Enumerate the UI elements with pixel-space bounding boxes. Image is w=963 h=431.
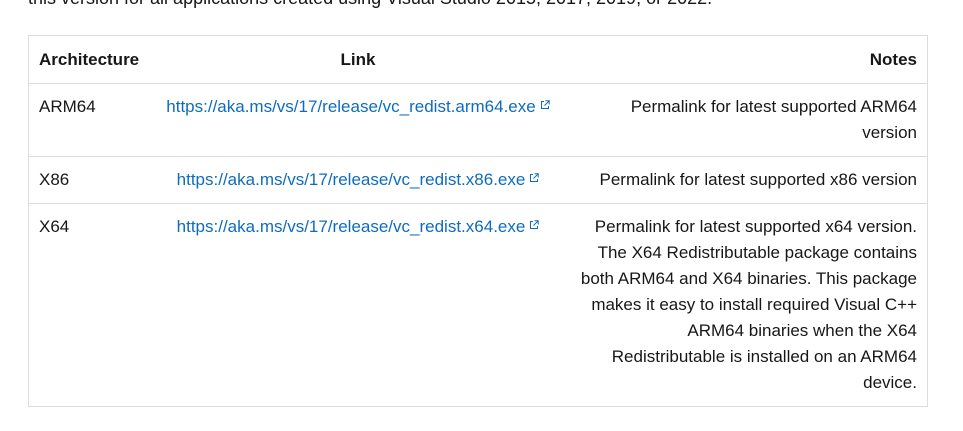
header-architecture: Architecture (29, 36, 151, 84)
download-link-arm64[interactable]: https://aka.ms/vs/17/release/vc_redist.a… (166, 97, 550, 116)
table-row: ARM64 https://aka.ms/vs/17/release/vc_re… (29, 84, 927, 157)
download-link-text[interactable]: https://aka.ms/vs/17/release/vc_redist.x… (177, 217, 526, 236)
cell-architecture: X86 (29, 156, 151, 204)
download-link-text[interactable]: https://aka.ms/vs/17/release/vc_redist.x… (177, 170, 526, 189)
cell-link: https://aka.ms/vs/17/release/vc_redist.x… (151, 156, 565, 204)
download-link-x64[interactable]: https://aka.ms/vs/17/release/vc_redist.x… (177, 217, 540, 236)
cell-notes: Permalink for latest supported ARM64 ver… (630, 97, 917, 142)
download-link-x86[interactable]: https://aka.ms/vs/17/release/vc_redist.x… (177, 170, 540, 189)
external-link-icon (540, 100, 550, 110)
header-notes: Notes (565, 36, 927, 84)
cell-architecture: ARM64 (39, 97, 96, 116)
external-link-icon (529, 173, 540, 183)
download-link-text[interactable]: https://aka.ms/vs/17/release/vc_redist.a… (166, 97, 535, 116)
cell-link: https://aka.ms/vs/17/release/vc_redist.a… (151, 84, 565, 157)
downloads-table: Architecture Link Notes ARM64 https://ak… (29, 36, 927, 406)
header-link: Link (151, 36, 565, 84)
table-header-row: Architecture Link Notes (29, 36, 927, 84)
cell-link: https://aka.ms/vs/17/release/vc_redist.x… (151, 203, 565, 406)
table-row: X86 https://aka.ms/vs/17/release/vc_redi… (29, 156, 927, 204)
cell-architecture: X64 (29, 203, 151, 406)
external-link-icon (529, 220, 540, 230)
cell-notes: Permalink for latest supported x86 versi… (565, 156, 927, 204)
cell-notes: Permalink for latest supported x64 versi… (565, 203, 927, 406)
redistributable-table: Architecture Link Notes ARM64 https://ak… (28, 35, 928, 407)
table-row: X64 https://aka.ms/vs/17/release/vc_redi… (29, 203, 927, 406)
intro-text: this version for all applications create… (28, 0, 712, 10)
